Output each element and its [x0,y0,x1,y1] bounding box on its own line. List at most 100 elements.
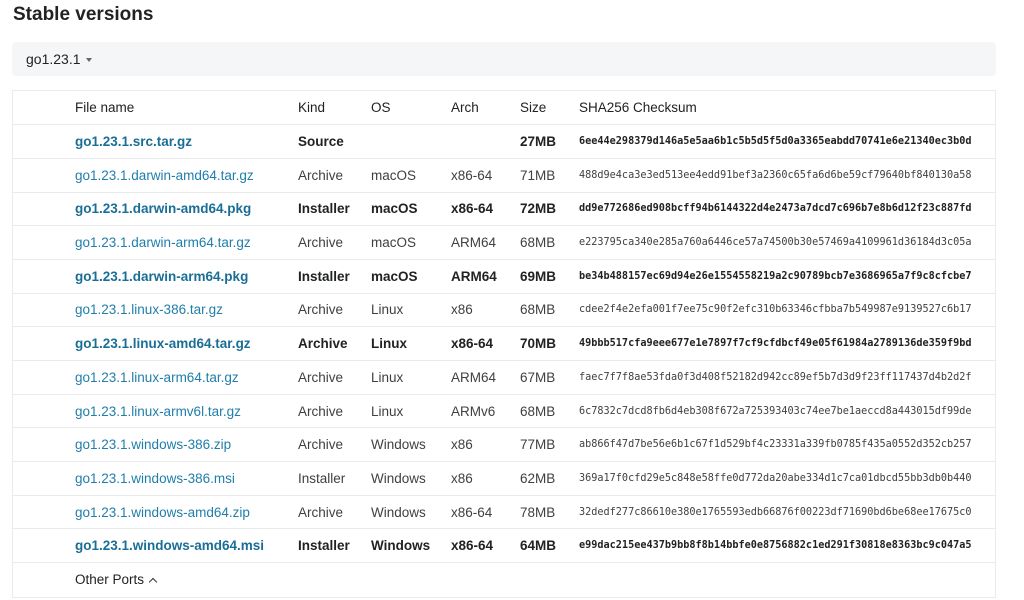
row-spacer [13,360,75,395]
table-row: go1.23.1.windows-amd64.zip Archive Windows… [13,495,995,530]
kind-cell: Installer [298,461,371,496]
arch-cell: ARM64 [451,360,520,395]
arch-cell: ARM64 [451,225,520,260]
file-link[interactable]: go1.23.1.windows-386.msi [75,471,235,486]
size-cell: 78MB [520,495,579,530]
file-link[interactable]: go1.23.1.windows-386.zip [75,437,231,452]
file-link[interactable]: go1.23.1.windows-amd64.msi [75,538,264,553]
file-link[interactable]: go1.23.1.darwin-amd64.tar.gz [75,168,254,183]
row-spacer [13,427,75,463]
os-cell: Linux [371,394,451,429]
kind-cell: Archive [298,158,371,193]
file-link[interactable]: go1.23.1.darwin-arm64.pkg [75,269,248,284]
size-cell: 27MB [520,124,579,159]
kind-cell: Archive [298,360,371,395]
table-row: go1.23.1.linux-armv6l.tar.gz Archive Linux… [13,394,995,429]
kind-cell: Source [298,124,371,159]
kind-cell: Archive [298,293,371,328]
row-spacer [13,192,75,227]
file-name-cell: go1.23.1.darwin-amd64.pkg [75,192,298,227]
kind-cell: Archive [298,326,371,361]
row-spacer [13,495,75,530]
file-link[interactable]: go1.23.1.darwin-arm64.tar.gz [75,235,251,250]
arch-cell: x86 [451,461,520,496]
file-name-cell: go1.23.1.linux-amd64.tar.gz [75,326,298,361]
file-link[interactable]: go1.23.1.windows-amd64.zip [75,505,250,520]
file-link[interactable]: go1.23.1.linux-arm64.tar.gz [75,370,239,385]
size-cell: 72MB [520,192,579,227]
row-spacer [13,158,75,193]
row-spacer [13,528,75,564]
arch-cell: x86-64 [451,528,520,564]
os-cell: macOS [371,158,451,193]
sha256-cell: faec7f7f8ae53fda0f3d408f52182d942cc89ef5… [579,360,995,395]
header-file-name: File name [75,91,298,126]
kind-cell: Archive [298,225,371,260]
file-name-cell: go1.23.1.linux-armv6l.tar.gz [75,394,298,429]
section-title: Stable versions [13,4,154,25]
kind-cell: Installer [298,259,371,294]
header-spacer [13,91,75,126]
sha256-cell: ab866f47d7be56e6b1c67f1d529bf4c23331a339… [579,427,995,463]
other-ports-label: Other Ports [75,572,145,588]
table-row: go1.23.1.windows-386.msi Installer Windows… [13,461,995,496]
size-cell: 69MB [520,259,579,294]
sha256-cell: 6ee44e298379d146a5e5aa6b1c5b5d5f5d0a3365… [579,124,995,159]
version-toggle[interactable]: go1.23.1 [26,51,92,67]
size-cell: 77MB [520,427,579,463]
file-name-cell: go1.23.1.windows-386.zip [75,427,298,463]
row-spacer [13,563,75,597]
header-sha256: SHA256 Checksum [579,91,995,126]
table-row: go1.23.1.linux-amd64.tar.gz Archive Linux x… [13,326,995,361]
header-size: Size [520,91,579,126]
row-spacer [13,394,75,429]
size-cell: 64MB [520,528,579,564]
header-arch: Arch [451,91,520,126]
file-link[interactable]: go1.23.1.linux-386.tar.gz [75,302,223,317]
os-cell: macOS [371,225,451,260]
file-link[interactable]: go1.23.1.darwin-amd64.pkg [75,201,251,216]
file-link[interactable]: go1.23.1.linux-amd64.tar.gz [75,336,251,351]
other-ports-toggle[interactable]: Other Ports [75,572,158,588]
sha256-cell: 488d9e4ca3e3ed513ee4edd91bef3a2360c65fa6… [579,158,995,193]
table-row: go1.23.1.linux-386.tar.gz Archive Linux x86… [13,293,995,328]
arch-cell [451,124,520,159]
arch-cell: x86 [451,293,520,328]
file-name-cell: go1.23.1.windows-386.msi [75,461,298,496]
sha256-cell: be34b488157ec69d94e26e1554558219a2c90789… [579,259,995,294]
size-cell: 62MB [520,461,579,496]
os-cell: Windows [371,427,451,463]
os-cell [371,124,451,159]
table-header-row: File name Kind OS Arch Size SHA256 Check… [13,91,995,126]
sha256-cell: 32dedf277c86610e380e1765593edb66876f0022… [579,495,995,530]
table-row: go1.23.1.darwin-amd64.pkg Installer macOS x… [13,192,995,227]
table-row: go1.23.1.linux-arm64.tar.gz Archive Linux A… [13,360,995,395]
file-name-cell: go1.23.1.windows-amd64.zip [75,495,298,530]
sha256-cell: 49bbb517cfa9eee677e1e7897f7cf9cfdbcf49e0… [579,326,995,361]
other-ports-row: Other Ports [13,563,995,597]
kind-cell: Archive [298,427,371,463]
downloads-table-container: File name Kind OS Arch Size SHA256 Check… [12,90,996,598]
size-cell: 68MB [520,394,579,429]
size-cell: 70MB [520,326,579,361]
row-spacer [13,259,75,294]
os-cell: Windows [371,461,451,496]
sha256-cell: e99dac215ee437b9bb8f8b14bbfe0e8756882c1e… [579,528,995,564]
file-link[interactable]: go1.23.1.linux-armv6l.tar.gz [75,404,241,419]
sha256-cell: 6c7832c7dcd8fb6d4eb308f672a725393403c74e… [579,394,995,429]
file-name-cell: go1.23.1.linux-arm64.tar.gz [75,360,298,395]
version-label: go1.23.1 [26,51,81,67]
row-spacer [13,124,75,159]
file-name-cell: go1.23.1.darwin-amd64.tar.gz [75,158,298,193]
row-spacer [13,461,75,496]
caret-down-icon [85,58,92,63]
file-link[interactable]: go1.23.1.src.tar.gz [75,134,192,149]
chevron-up-icon [148,577,158,587]
sha256-cell: 369a17f0cfd29e5c848e58ffe0d772da20abe334… [579,461,995,496]
row-spacer [13,326,75,361]
downloads-table: File name Kind OS Arch Size SHA256 Check… [13,91,995,596]
table-row: go1.23.1.darwin-arm64.tar.gz Archive macOS… [13,225,995,260]
table-row: go1.23.1.src.tar.gz Source 27MB 6ee44e29837… [13,124,995,159]
os-cell: Linux [371,326,451,361]
other-ports-cell: Other Ports [75,563,995,597]
